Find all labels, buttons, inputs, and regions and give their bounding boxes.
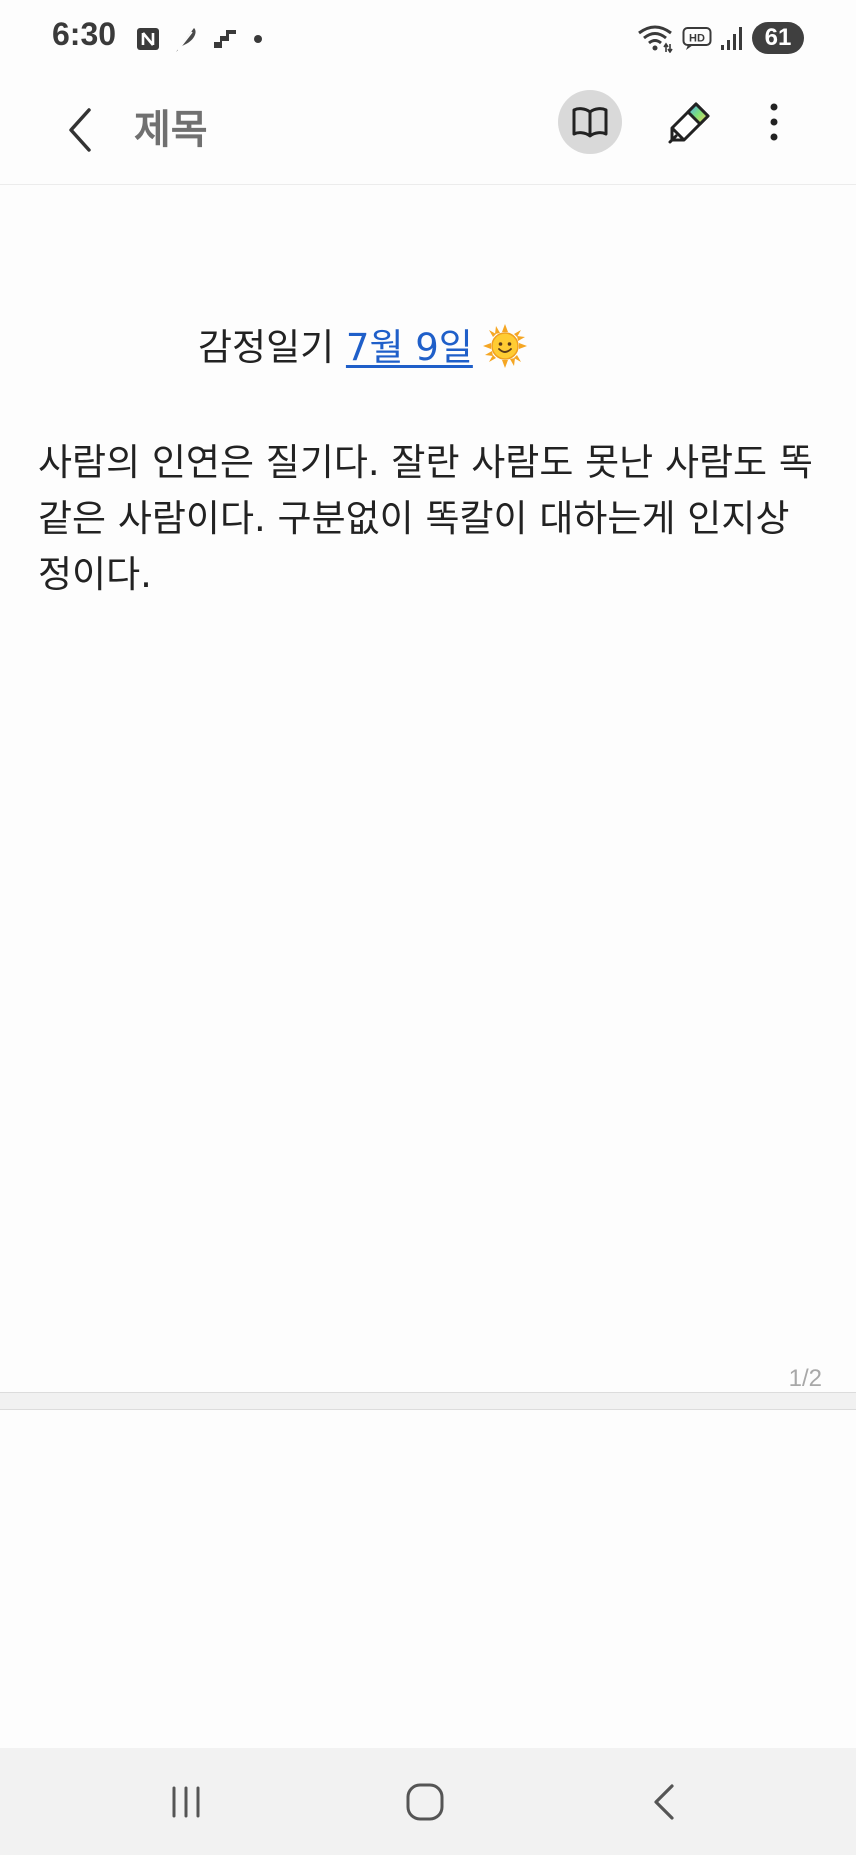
app-bar: 제목 bbox=[0, 76, 856, 185]
pen-icon bbox=[668, 102, 710, 144]
status-bar: 6:30 HD 61 bbox=[0, 0, 856, 76]
recent-apps-icon bbox=[172, 1786, 200, 1818]
note-heading[interactable]: 감정일기 7월 9일 bbox=[198, 321, 527, 375]
reading-mode-button[interactable] bbox=[558, 90, 622, 154]
home-button[interactable] bbox=[385, 1770, 465, 1834]
naver-app-icon bbox=[137, 28, 159, 50]
note-page-2[interactable] bbox=[0, 1410, 856, 1748]
chevron-left-icon bbox=[69, 108, 91, 152]
note-heading-text: 감정일기 bbox=[198, 326, 346, 369]
home-icon bbox=[406, 1783, 444, 1821]
navigation-bar bbox=[0, 1748, 856, 1855]
sun-face-emoji-icon bbox=[482, 324, 527, 368]
note-page-1[interactable]: 감정일기 7월 9일 사람의 인연은 질기다. 잘란 사람도 못난 사람도 똑같… bbox=[0, 185, 856, 1392]
recent-apps-button[interactable] bbox=[146, 1770, 226, 1834]
back-button[interactable] bbox=[50, 96, 110, 164]
page-divider bbox=[0, 1392, 856, 1410]
notification-icons bbox=[136, 22, 266, 56]
svg-text:HD: HD bbox=[689, 33, 705, 45]
battery-indicator: 61 bbox=[752, 22, 804, 54]
note-title[interactable]: 제목 bbox=[134, 98, 208, 162]
stairs-app-icon bbox=[214, 30, 236, 48]
system-status-icons: HD 61 bbox=[636, 20, 804, 56]
more-options-button[interactable] bbox=[752, 90, 796, 154]
feather-app-icon bbox=[176, 28, 196, 52]
signal-icon bbox=[721, 27, 742, 50]
screen: 6:30 HD 61 제목 감정일기 7월 9일 사람의 인연은 질기다. 잘란… bbox=[0, 0, 856, 1855]
note-body-text[interactable]: 사람의 인연은 질기다. 잘란 사람도 못난 사람도 똑같은 사람이다. 구분없… bbox=[38, 435, 818, 603]
more-vertical-icon bbox=[770, 103, 778, 141]
system-back-button[interactable] bbox=[626, 1770, 706, 1834]
page-indicator: 1/2 bbox=[788, 1365, 822, 1392]
back-icon bbox=[654, 1784, 674, 1820]
date-link[interactable]: 7월 9일 bbox=[346, 326, 473, 369]
status-time: 6:30 bbox=[52, 16, 117, 52]
wifi-icon bbox=[638, 25, 673, 53]
more-notifications-dot-icon bbox=[254, 35, 262, 43]
open-book-icon bbox=[572, 107, 608, 138]
hd-voice-icon: HD bbox=[682, 27, 712, 50]
pen-mode-button[interactable] bbox=[658, 90, 722, 154]
